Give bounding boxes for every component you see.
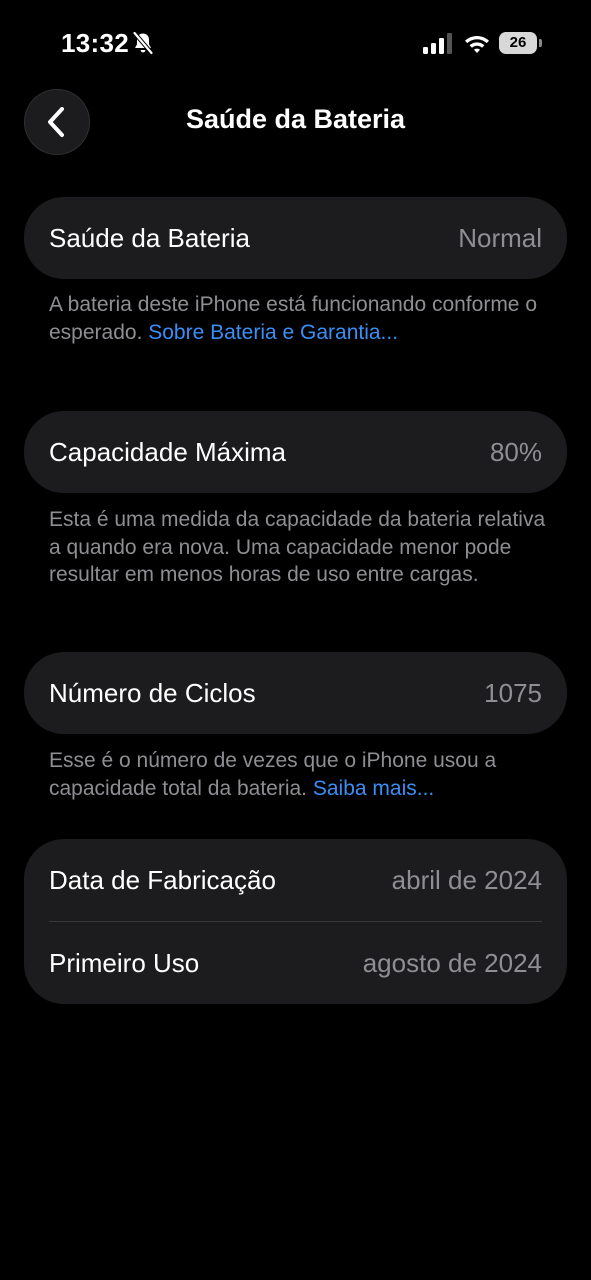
battery-health-note: A bateria deste iPhone está funcionando … bbox=[49, 291, 549, 346]
first-use-label: Primeiro Uso bbox=[49, 947, 200, 978]
cycle-count-note: Esse é o número de vezes que o iPhone us… bbox=[49, 747, 549, 802]
manufacture-date-label: Data de Fabricação bbox=[49, 864, 276, 895]
cellular-signal-icon bbox=[423, 33, 452, 54]
learn-more-link[interactable]: Saiba mais... bbox=[313, 777, 434, 800]
status-time: 13:32 bbox=[61, 28, 129, 58]
battery-health-row: Saúde da Bateria Normal bbox=[24, 197, 567, 279]
cycle-count-value: 1075 bbox=[484, 677, 542, 708]
cycle-count-label: Número de Ciclos bbox=[49, 677, 256, 708]
manufacture-date-value: abril de 2024 bbox=[391, 864, 542, 895]
max-capacity-label: Capacidade Máxima bbox=[49, 436, 287, 467]
battery-health-value: Normal bbox=[458, 222, 542, 253]
manufacture-date-row: Data de Fabricação abril de 2024 bbox=[24, 839, 567, 921]
dates-card: Data de Fabricação abril de 2024 Primeir… bbox=[24, 839, 567, 1004]
battery-level: 26 bbox=[499, 32, 537, 54]
status-bar: 13:32 26 bbox=[0, 0, 591, 88]
max-capacity-row: Capacidade Máxima 80% bbox=[24, 411, 567, 493]
battery-health-card: Saúde da Bateria Normal bbox=[24, 197, 567, 279]
wifi-icon bbox=[465, 36, 489, 53]
battery-health-label: Saúde da Bateria bbox=[49, 222, 250, 253]
bell-slash-icon bbox=[132, 31, 154, 55]
max-capacity-note: Esta é uma medida da capacidade da bater… bbox=[49, 508, 546, 586]
battery-icon: 26 bbox=[499, 32, 543, 54]
first-use-row: Primeiro Uso agosto de 2024 bbox=[24, 922, 567, 1004]
max-capacity-value: 80% bbox=[489, 436, 542, 467]
first-use-value: agosto de 2024 bbox=[362, 947, 542, 978]
max-capacity-card: Capacidade Máxima 80% bbox=[24, 411, 567, 493]
battery-warranty-link[interactable]: Sobre Bateria e Garantia... bbox=[148, 321, 398, 344]
cycle-count-card: Número de Ciclos 1075 bbox=[24, 652, 567, 734]
battery-tip bbox=[539, 39, 542, 47]
page-title: Saúde da Bateria bbox=[185, 104, 406, 134]
cycle-count-row: Número de Ciclos 1075 bbox=[24, 652, 567, 734]
